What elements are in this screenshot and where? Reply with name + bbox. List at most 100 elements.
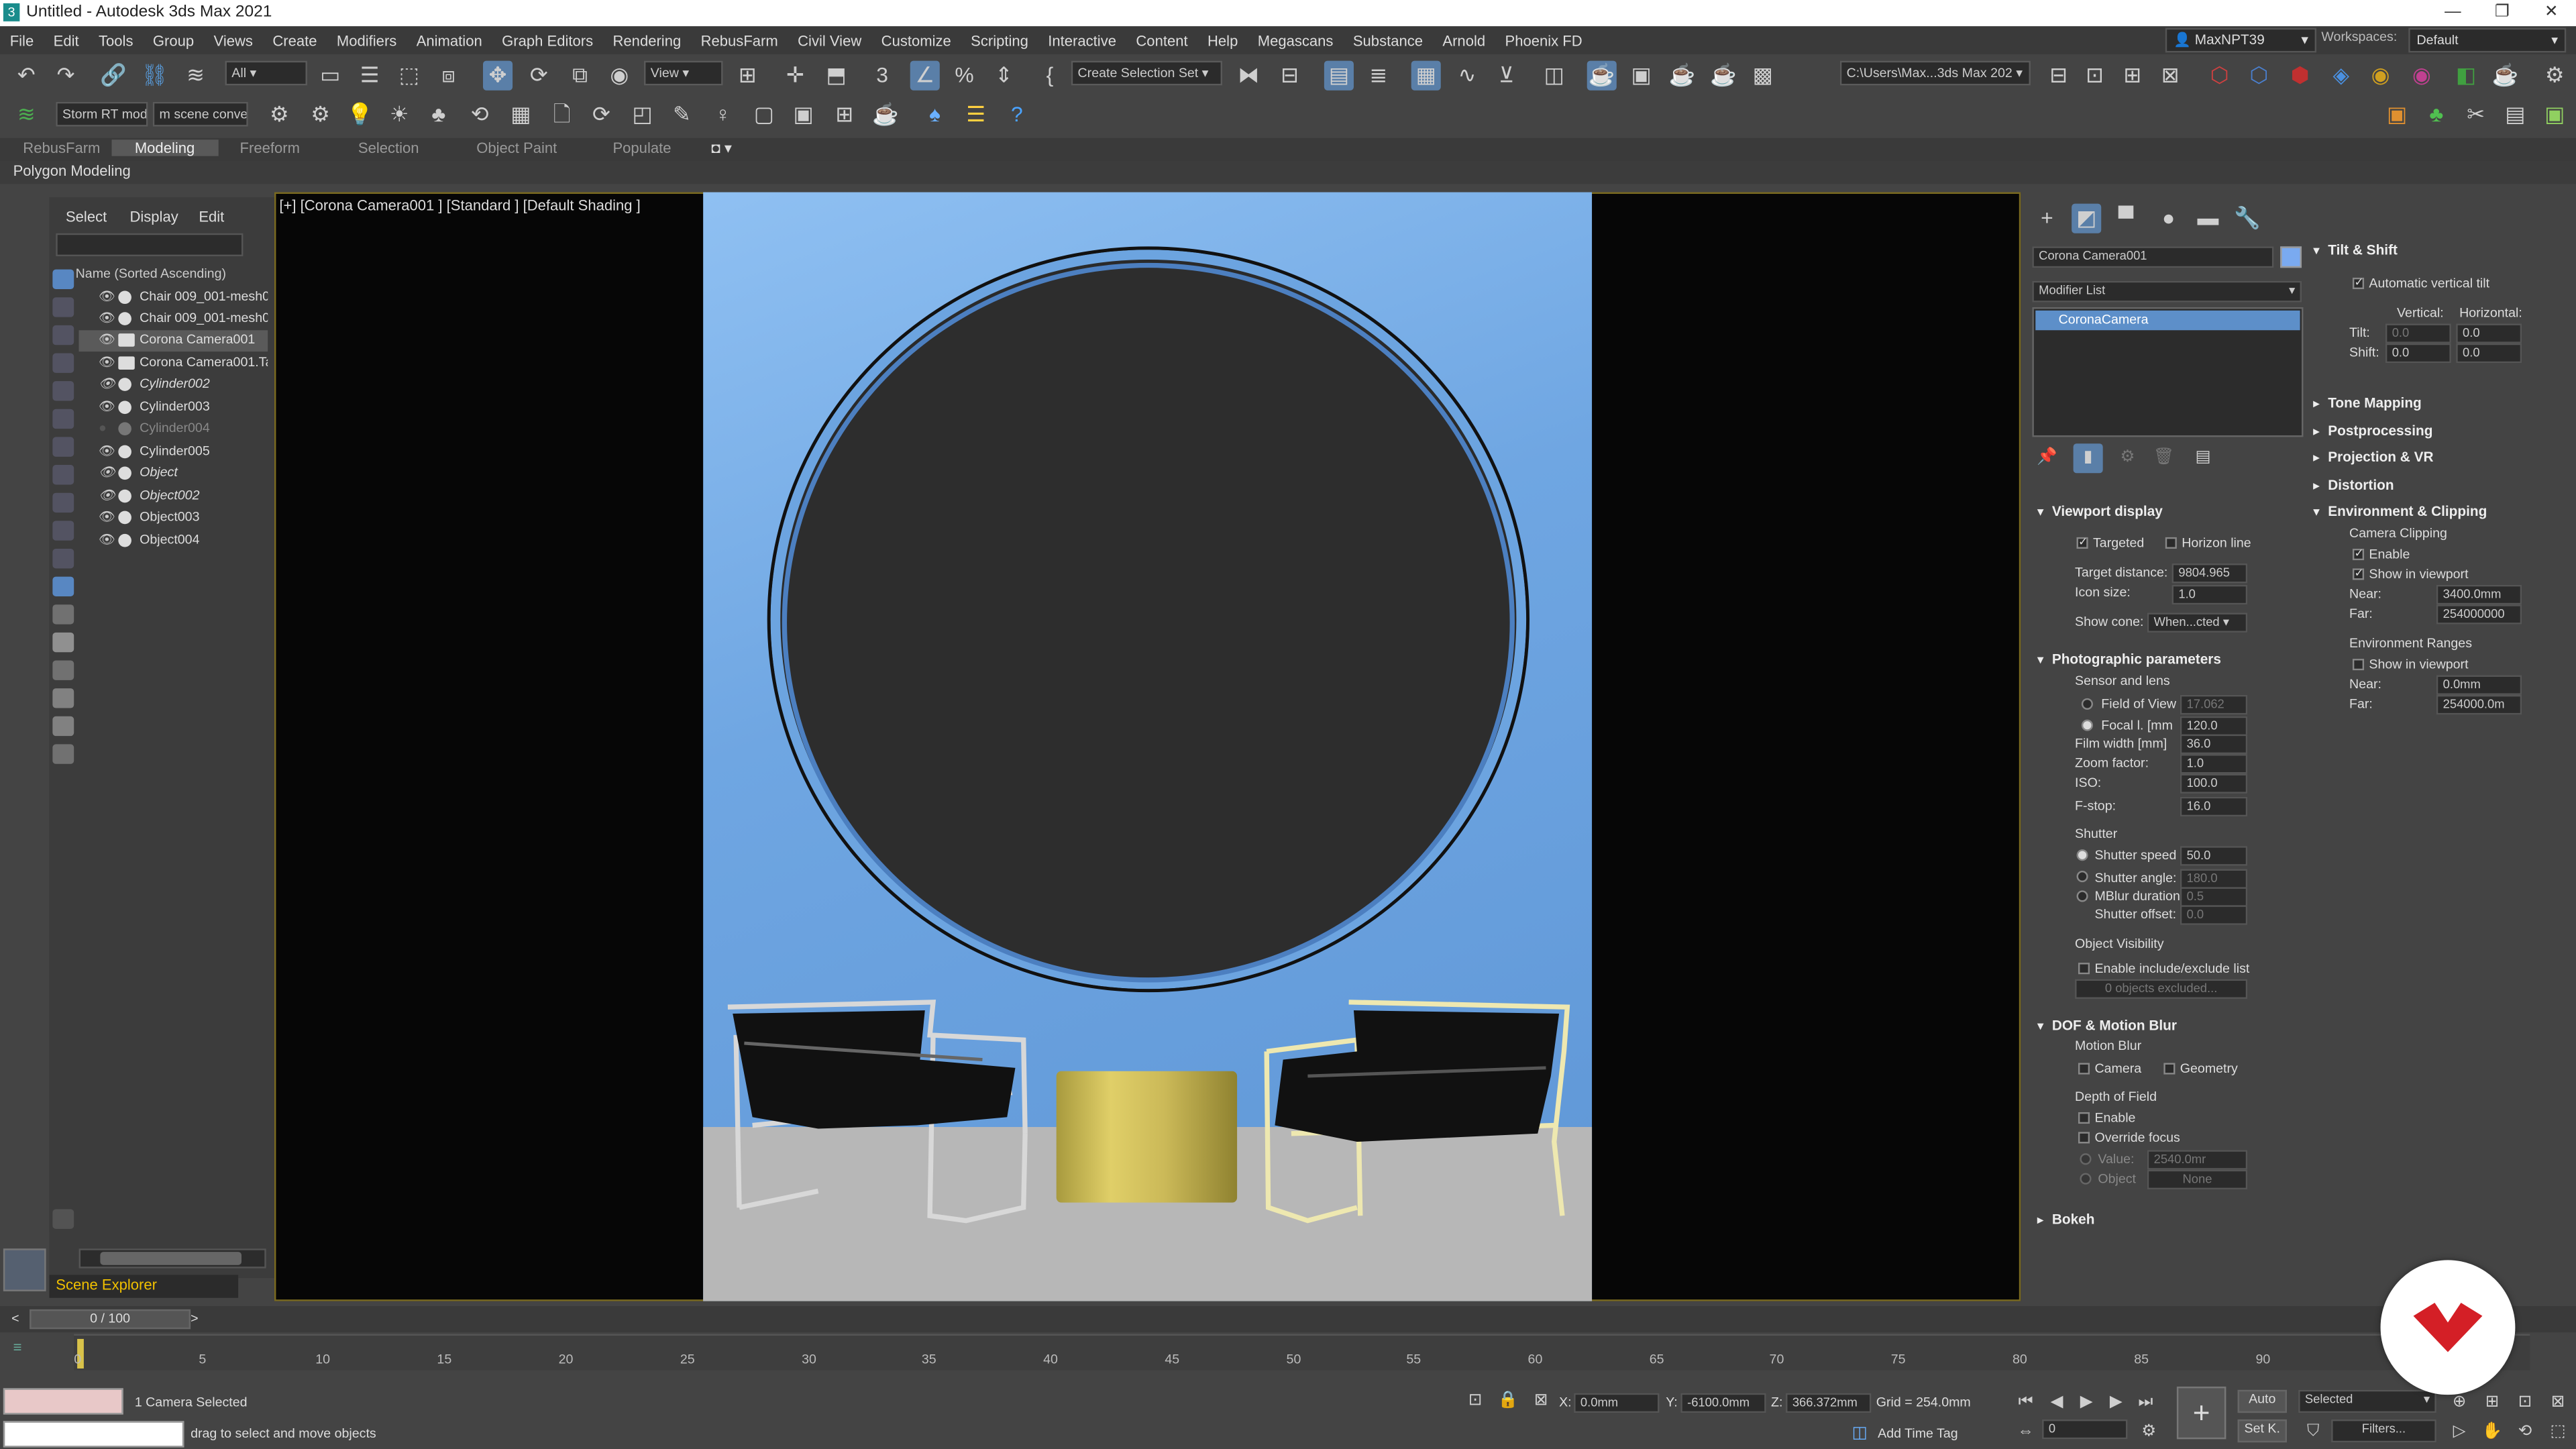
zoom-factor-spinner[interactable]: 1.0 xyxy=(2180,754,2248,774)
filter-lights-icon[interactable] xyxy=(52,325,74,345)
explorer-item-hidden[interactable]: ● Cylinder004 xyxy=(79,419,268,440)
z-coord-spinner[interactable]: 366.372mm xyxy=(1786,1393,1872,1413)
project-folder-icon[interactable]: ⊟ xyxy=(2044,61,2074,91)
rotate-icon[interactable]: ⟳ xyxy=(586,100,616,129)
explorer-tab-edit[interactable]: Edit xyxy=(199,209,224,225)
filters-button[interactable]: Filters... xyxy=(2331,1419,2436,1443)
corona-proxy-icon[interactable]: ◧ xyxy=(2451,61,2481,91)
restore-icon[interactable]: ❐ xyxy=(2477,0,2526,26)
angle-snap-icon[interactable]: ∠ xyxy=(910,60,940,91)
visibility-eye-icon[interactable]: 👁 xyxy=(99,509,115,524)
ribbon-tab-selection[interactable]: Selection xyxy=(358,140,419,156)
time-slider-next-icon[interactable]: > xyxy=(191,1311,198,1326)
far-clip-spinner[interactable]: 254000000 xyxy=(2436,604,2522,625)
next-frame-icon[interactable]: ▶ xyxy=(2101,1388,2131,1417)
filter-xrefs-icon[interactable] xyxy=(52,465,74,485)
grid-icon[interactable]: ⊞ xyxy=(830,100,859,129)
iso-spinner[interactable]: 100.0 xyxy=(2180,773,2248,794)
maxscript-input[interactable] xyxy=(3,1421,184,1448)
include-exclude-checkbox[interactable] xyxy=(2078,963,2090,975)
plugin-d-icon[interactable]: ▤ xyxy=(2500,100,2530,129)
maxscript-listener-field[interactable] xyxy=(3,1388,123,1415)
corona-light-icon[interactable]: ◉ xyxy=(2407,61,2436,91)
explorer-item[interactable]: 👁 Chair 009_001-mesh0 xyxy=(79,309,268,330)
unlink-icon[interactable]: ⛓ xyxy=(140,61,169,91)
list-icon[interactable]: ☰ xyxy=(961,100,991,129)
rendered-frame-window-icon[interactable]: ▣ xyxy=(1626,61,1656,91)
photographic-parameters-rollout[interactable]: Photographic parameters xyxy=(2037,651,2221,672)
explorer-item[interactable]: 👁 Cylinder005 xyxy=(79,442,268,464)
edit-named-selection-icon[interactable]: { xyxy=(1035,61,1065,91)
zoom-extents-all-icon[interactable]: ⊠ xyxy=(2543,1388,2573,1417)
ribbon-tab-modeling[interactable]: Modeling xyxy=(111,140,218,156)
corona-tools-icon[interactable]: ⚙ xyxy=(2540,61,2569,91)
dof-enable-checkbox[interactable] xyxy=(2078,1112,2090,1124)
layers-toggle-icon[interactable] xyxy=(52,744,74,764)
viewport-display-rollout[interactable]: Viewport display xyxy=(2037,502,2163,524)
visibility-eye-icon[interactable]: 👁 xyxy=(99,376,115,391)
time-configuration-icon[interactable]: ⚙ xyxy=(2134,1417,2163,1447)
schematic-view-icon[interactable]: ⊻ xyxy=(1492,61,1521,91)
fov-radio[interactable] xyxy=(2081,698,2094,710)
film-width-spinner[interactable]: 36.0 xyxy=(2180,734,2248,755)
select-manipulate-icon[interactable]: ✛ xyxy=(780,61,810,91)
bokeh-rollout[interactable]: Bokeh xyxy=(2037,1211,2095,1232)
menu-create[interactable]: Create xyxy=(263,32,327,48)
override-focus-checkbox[interactable] xyxy=(2078,1132,2090,1144)
isolate-selection-icon[interactable]: ⊡ xyxy=(1460,1387,1490,1416)
select-by-name-icon[interactable]: ☰ xyxy=(355,61,384,91)
selection-filter-dropdown[interactable]: All ▾ xyxy=(225,60,307,86)
time-tag-icon[interactable]: ◫ xyxy=(1845,1419,1874,1449)
filter-hidden-icon[interactable] xyxy=(52,576,74,596)
mblur-duration-radio[interactable] xyxy=(2076,890,2088,902)
light-bulb-icon[interactable]: 💡 xyxy=(345,100,374,129)
y-coord-spinner[interactable]: -6100.0mm xyxy=(1680,1393,1766,1413)
user-account-dropdown[interactable]: 👤 MaxNPT39 ▾ xyxy=(2165,28,2317,53)
render-activeshade-icon[interactable]: ☕ xyxy=(1709,61,1738,91)
focal-length-spinner[interactable]: 120.0 xyxy=(2180,716,2248,737)
viewport-label[interactable]: [+] [Corona Camera001 ] [Standard ] [Def… xyxy=(279,197,641,213)
display-invert-icon[interactable] xyxy=(52,660,74,680)
explorer-item[interactable]: 👁 Object003 xyxy=(79,508,268,529)
display-tab-icon[interactable]: ▬ xyxy=(2193,204,2222,233)
plugin-b-icon[interactable]: ♣ xyxy=(2422,100,2451,129)
dof-motion-blur-rollout[interactable]: DOF & Motion Blur xyxy=(2037,1017,2177,1038)
project-path-dropdown[interactable]: C:\Users\Max...3ds Max 202 ▾ xyxy=(1839,60,2031,86)
frame2-icon[interactable]: ▣ xyxy=(789,100,818,129)
corona-stop-icon[interactable]: ⬢ xyxy=(2286,61,2315,91)
selection-lock-icon[interactable]: 🔒 xyxy=(1493,1387,1523,1416)
select-and-rotate-icon[interactable]: ⟳ xyxy=(524,61,553,91)
teapot-icon[interactable]: ☕ xyxy=(871,100,900,129)
filter-geometry-icon[interactable] xyxy=(52,269,74,290)
configure-modifier-sets-icon[interactable]: ▤ xyxy=(2188,443,2218,473)
show-end-result-icon[interactable]: ▮ xyxy=(2073,443,2103,474)
refresh-icon[interactable]: ⟲ xyxy=(465,100,494,129)
shutter-offset-spinner[interactable]: 0.0 xyxy=(2180,905,2248,925)
auto-vertical-tilt-checkbox[interactable]: ✓ xyxy=(2352,277,2365,290)
menu-graph-editors[interactable]: Graph Editors xyxy=(492,32,602,48)
polygon-modeling-label[interactable]: Polygon Modeling xyxy=(13,162,131,178)
project-settings-icon[interactable]: ⊠ xyxy=(2155,61,2185,91)
scene-explorer-toggle-icon[interactable]: ▤ xyxy=(1324,60,1354,91)
focus-object-radio[interactable] xyxy=(2080,1173,2092,1185)
filter-helpers-icon[interactable] xyxy=(52,381,74,401)
filter-frozen-icon[interactable] xyxy=(52,548,74,569)
fov-spinner[interactable]: 17.062 xyxy=(2180,694,2248,715)
box-icon[interactable]: ◰ xyxy=(628,100,657,129)
go-to-end-icon[interactable]: ⏭ xyxy=(2131,1388,2160,1417)
menu-phoenix-fd[interactable]: Phoenix FD xyxy=(1495,32,1593,48)
environment-clipping-rollout[interactable]: Environment & Clipping xyxy=(2313,502,2487,524)
filter-bones-icon[interactable] xyxy=(52,492,74,513)
expand-icon[interactable] xyxy=(52,1209,74,1229)
horizon-line-checkbox[interactable] xyxy=(2165,537,2177,549)
visibility-eye-icon[interactable]: 👁 xyxy=(99,532,115,547)
trackbar-toggle-icon[interactable]: ≡ xyxy=(13,1339,22,1355)
clipping-show-checkbox[interactable]: ✓ xyxy=(2352,568,2365,580)
visibility-eye-icon[interactable]: 👁 xyxy=(99,465,115,480)
vertical-tilt-spinner[interactable]: 0.0 xyxy=(2385,323,2451,343)
bind-space-warp-icon[interactable]: ≋ xyxy=(180,61,210,91)
ribbon-tab-freeform[interactable]: Freeform xyxy=(240,140,300,156)
orbit-icon[interactable]: ⟲ xyxy=(2510,1417,2540,1447)
pivot-center-icon[interactable]: ⊞ xyxy=(733,61,762,91)
explorer-item[interactable]: 👁 Object002 xyxy=(79,486,268,508)
